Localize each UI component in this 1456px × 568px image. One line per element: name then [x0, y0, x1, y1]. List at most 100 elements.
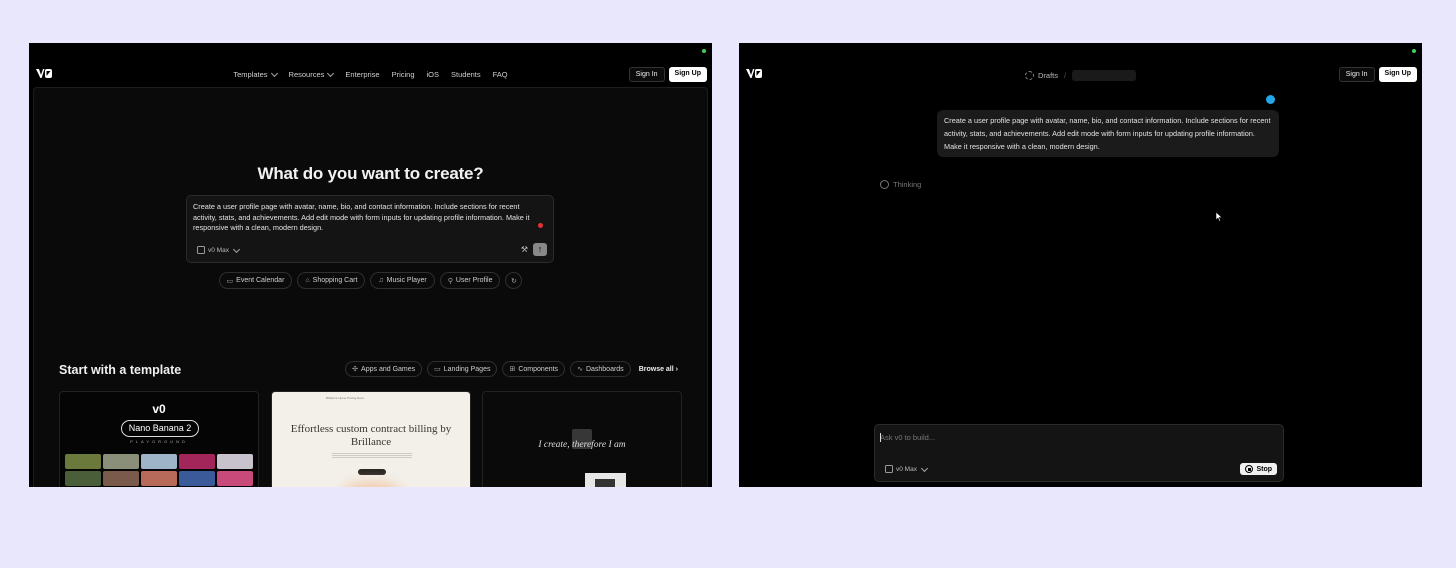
card-photo — [585, 473, 626, 487]
nav-ios[interactable]: iOS — [427, 70, 440, 79]
thumbnail — [65, 454, 101, 469]
thumbnail — [103, 471, 139, 486]
arrow-up-icon: ↑ — [537, 244, 543, 254]
thumbnail — [217, 471, 253, 486]
refresh-suggestions-button[interactable]: ↻ — [505, 272, 523, 289]
page-icon: ▭ — [434, 366, 441, 373]
browse-all-link[interactable]: Browse all › — [639, 366, 678, 373]
card-title: Effortless custom contract billing by Br… — [290, 423, 452, 448]
card-glow — [342, 482, 402, 487]
auth-buttons: Sign In Sign Up — [1338, 67, 1417, 82]
sign-in-button[interactable]: Sign In — [628, 67, 665, 82]
prompt-box[interactable]: Create a user profile page with avatar, … — [186, 195, 554, 263]
model-selector[interactable]: v0 Max — [885, 464, 928, 473]
chat-screenshot: Drafts / Sign In Sign Up Create a user p… — [739, 43, 1422, 487]
nav-resources[interactable]: Resources — [288, 69, 335, 79]
filter-dashboards[interactable]: ∿ Dashboards — [570, 361, 631, 377]
enhance-prompt-icon[interactable]: ⚒ — [521, 245, 528, 254]
user-message: Create a user profile page with avatar, … — [937, 110, 1279, 157]
calendar-icon: ▭ — [226, 277, 234, 285]
page-title: What do you want to create? — [257, 164, 484, 183]
filter-components[interactable]: ⊞ Components — [502, 361, 566, 377]
cart-icon: ⌂ — [305, 277, 310, 284]
model-label: v0 Max — [896, 465, 917, 473]
mouse-cursor-icon — [1216, 212, 1223, 222]
suggestion-music-player[interactable]: ♫ Music Player — [370, 272, 435, 289]
stop-icon — [1245, 465, 1254, 473]
filter-landing-pages[interactable]: ▭ Landing Pages — [427, 361, 498, 377]
nav-students[interactable]: Students — [451, 70, 481, 79]
chevron-down-icon — [920, 464, 928, 472]
template-card-billing[interactable]: Brillance Home Pricing Docs Effortless c… — [271, 391, 471, 487]
sign-in-button[interactable]: Sign In — [1338, 67, 1375, 82]
grid-icon: ⊞ — [509, 366, 516, 373]
card-logo: v0 — [152, 402, 166, 416]
thumbnail — [217, 454, 253, 469]
card-subtitle: PLAYGROUND — [130, 439, 188, 444]
thinking-label: Thinking — [893, 180, 922, 189]
nav-label: Templates — [233, 70, 268, 79]
stop-button[interactable]: Stop — [1240, 463, 1277, 475]
status-indicator — [1412, 49, 1416, 53]
breadcrumb-separator: / — [1064, 71, 1067, 80]
model-label: v0 Max — [208, 246, 229, 254]
chevron-right-icon: › — [675, 365, 678, 373]
breadcrumb: Drafts / — [1025, 70, 1137, 81]
filter-label: Dashboards — [585, 365, 624, 373]
clock-icon — [880, 180, 889, 189]
card-cta-button — [358, 469, 386, 475]
model-icon — [885, 465, 893, 473]
sign-up-button[interactable]: Sign Up — [668, 67, 707, 82]
thumbnail — [65, 471, 101, 486]
status-indicator — [702, 49, 706, 53]
suggestion-user-profile[interactable]: ⚲ User Profile — [439, 272, 501, 289]
thumbnail — [179, 454, 215, 469]
thinking-indicator[interactable]: Thinking — [880, 180, 921, 189]
suggestion-event-calendar[interactable]: ▭ Event Calendar — [218, 272, 293, 289]
v0-logo[interactable] — [746, 69, 762, 78]
template-filters: ✣ Apps and Games ▭ Landing Pages ⊞ Componen… — [345, 361, 678, 377]
nav-enterprise[interactable]: Enterprise — [345, 70, 379, 79]
chevron-down-icon — [232, 245, 240, 253]
refresh-icon: ↻ — [511, 277, 517, 285]
chip-label: User Profile — [455, 277, 493, 284]
templates-heading: Start with a template — [59, 363, 182, 377]
prompt-input[interactable]: Create a user profile page with avatar, … — [193, 202, 541, 234]
landing-screenshot: Templates Resources Enterprise Pricing i… — [29, 43, 712, 487]
thumbnail — [141, 471, 177, 486]
stop-label: Stop — [1256, 465, 1272, 473]
card-nav: Brillance Home Pricing Docs — [326, 396, 365, 400]
v0-logo-icon — [746, 69, 762, 78]
auth-buttons: Sign In Sign Up — [628, 67, 707, 82]
user-icon: ⚲ — [447, 277, 453, 285]
filter-label: Components — [518, 365, 559, 373]
chat-title-placeholder — [1072, 70, 1137, 81]
recording-dot — [538, 223, 543, 228]
nav-pricing[interactable]: Pricing — [392, 70, 415, 79]
nav-label: Resources — [288, 70, 325, 79]
send-button[interactable]: ↑ — [533, 243, 547, 256]
text-caret — [880, 433, 881, 442]
chevron-down-icon — [270, 69, 278, 78]
card-title: I create, therefore I am — [538, 440, 626, 450]
template-card-nano-banana[interactable]: v0 Nano Banana 2 PLAYGROUND — [59, 391, 259, 487]
sign-up-button[interactable]: Sign Up — [1378, 67, 1417, 82]
chart-icon: ∿ — [577, 366, 583, 373]
nav-faq[interactable]: FAQ — [493, 70, 508, 79]
chip-label: Event Calendar — [236, 277, 285, 284]
filter-label: Landing Pages — [443, 365, 491, 373]
model-selector[interactable]: v0 Max — [197, 245, 240, 254]
template-card-portfolio[interactable]: I create, therefore I am — [482, 391, 682, 487]
chat-input-box[interactable]: v0 Max Stop — [874, 424, 1284, 482]
suggestion-shopping-cart[interactable]: ⌂ Shopping Cart — [297, 272, 366, 289]
chat-input[interactable] — [880, 433, 1260, 442]
user-avatar — [1266, 95, 1275, 104]
thumbnail — [103, 454, 139, 469]
nav-templates[interactable]: Templates — [233, 69, 278, 79]
model-icon — [197, 246, 205, 254]
filter-apps-and-games[interactable]: ✣ Apps and Games — [345, 361, 423, 377]
suggestion-chips: ▭ Event Calendar ⌂ Shopping Cart ♫ Music Pl… — [29, 272, 712, 289]
drafts-link[interactable]: Drafts — [1038, 71, 1058, 80]
top-nav: Templates Resources Enterprise Pricing i… — [29, 69, 712, 79]
browse-all-label: Browse all — [638, 365, 674, 373]
